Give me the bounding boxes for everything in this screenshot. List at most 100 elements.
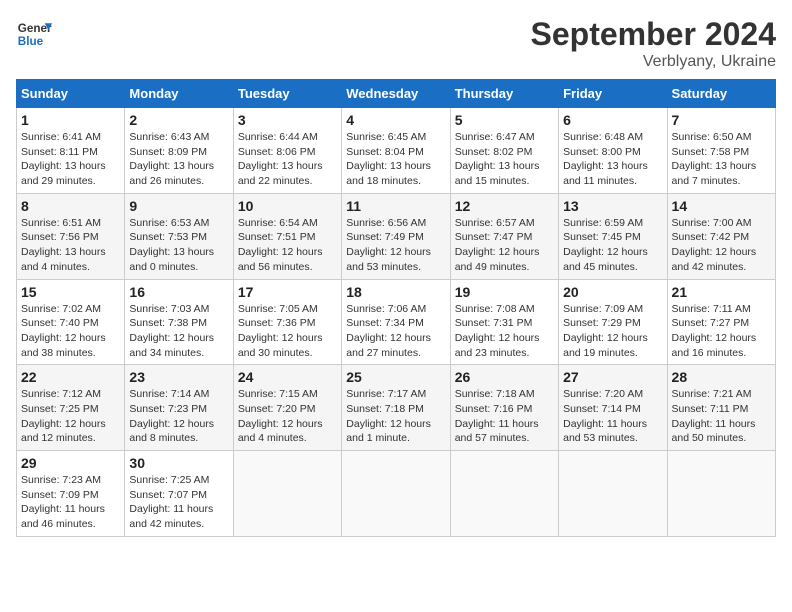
calendar-cell: 7 Sunrise: 6:50 AMSunset: 7:58 PMDaylight… — [667, 108, 775, 194]
calendar-cell: 18 Sunrise: 7:06 AMSunset: 7:34 PMDayligh… — [342, 279, 450, 365]
col-wednesday: Wednesday — [342, 80, 450, 108]
col-thursday: Thursday — [450, 80, 558, 108]
calendar-cell: 2 Sunrise: 6:43 AMSunset: 8:09 PMDaylight… — [125, 108, 233, 194]
calendar-cell: 24Sunrise: 7:15 AMSunset: 7:20 PMDayligh… — [233, 365, 341, 451]
col-friday: Friday — [559, 80, 667, 108]
calendar-cell: 5 Sunrise: 6:47 AMSunset: 8:02 PMDaylight… — [450, 108, 558, 194]
calendar-cell: 4 Sunrise: 6:45 AMSunset: 8:04 PMDaylight… — [342, 108, 450, 194]
day-info: Sunrise: 7:08 AMSunset: 7:31 PMDaylight:… — [455, 302, 554, 361]
day-number: 15 — [21, 284, 120, 300]
day-info: Sunrise: 7:21 AMSunset: 7:11 PMDaylight:… — [672, 387, 771, 446]
calendar-table: Sunday Monday Tuesday Wednesday Thursday… — [16, 79, 776, 537]
calendar-cell — [667, 451, 775, 537]
day-number: 10 — [238, 198, 337, 214]
day-info: Sunrise: 7:14 AMSunset: 7:23 PMDaylight:… — [129, 387, 228, 446]
day-number: 1 — [21, 112, 120, 128]
day-number: 16 — [129, 284, 228, 300]
day-number: 4 — [346, 112, 445, 128]
day-number: 5 — [455, 112, 554, 128]
day-number: 22 — [21, 369, 120, 385]
day-info: Sunrise: 7:15 AMSunset: 7:20 PMDaylight:… — [238, 387, 337, 446]
calendar-cell: 25Sunrise: 7:17 AMSunset: 7:18 PMDayligh… — [342, 365, 450, 451]
day-info: Sunrise: 7:18 AMSunset: 7:16 PMDaylight:… — [455, 387, 554, 446]
day-number: 14 — [672, 198, 771, 214]
day-info: Sunrise: 6:48 AMSunset: 8:00 PMDaylight:… — [563, 130, 662, 189]
day-number: 20 — [563, 284, 662, 300]
day-info: Sunrise: 6:51 AMSunset: 7:56 PMDaylight:… — [21, 216, 120, 275]
calendar-cell: 29 Sunrise: 7:23 AMSunset: 7:09 PMDayligh… — [17, 451, 125, 537]
day-number: 11 — [346, 198, 445, 214]
day-info: Sunrise: 7:23 AMSunset: 7:09 PMDaylight:… — [21, 473, 120, 532]
day-number: 17 — [238, 284, 337, 300]
day-number: 30 — [129, 455, 228, 471]
calendar-cell — [233, 451, 341, 537]
calendar-cell: 17Sunrise: 7:05 AMSunset: 7:36 PMDayligh… — [233, 279, 341, 365]
day-info: Sunrise: 7:11 AMSunset: 7:27 PMDaylight:… — [672, 302, 771, 361]
day-number: 28 — [672, 369, 771, 385]
calendar-cell: 20Sunrise: 7:09 AMSunset: 7:29 PMDayligh… — [559, 279, 667, 365]
day-number: 8 — [21, 198, 120, 214]
calendar-cell: 28 Sunrise: 7:21 AMSunset: 7:11 PMDayligh… — [667, 365, 775, 451]
calendar-week-1: 1 Sunrise: 6:41 AMSunset: 8:11 PMDaylight… — [17, 108, 776, 194]
calendar-cell: 14Sunrise: 7:00 AMSunset: 7:42 PMDayligh… — [667, 193, 775, 279]
day-number: 2 — [129, 112, 228, 128]
day-number: 9 — [129, 198, 228, 214]
col-monday: Monday — [125, 80, 233, 108]
day-info: Sunrise: 6:57 AMSunset: 7:47 PMDaylight:… — [455, 216, 554, 275]
calendar-cell: 11 Sunrise: 6:56 AMSunset: 7:49 PMDayligh… — [342, 193, 450, 279]
day-number: 29 — [21, 455, 120, 471]
day-info: Sunrise: 6:45 AMSunset: 8:04 PMDaylight:… — [346, 130, 445, 189]
calendar-cell: 6 Sunrise: 6:48 AMSunset: 8:00 PMDaylight… — [559, 108, 667, 194]
header-row: Sunday Monday Tuesday Wednesday Thursday… — [17, 80, 776, 108]
calendar-cell: 9 Sunrise: 6:53 AMSunset: 7:53 PMDaylight… — [125, 193, 233, 279]
calendar-week-3: 15 Sunrise: 7:02 AMSunset: 7:40 PMDayligh… — [17, 279, 776, 365]
day-number: 3 — [238, 112, 337, 128]
day-info: Sunrise: 7:20 AMSunset: 7:14 PMDaylight:… — [563, 387, 662, 446]
day-info: Sunrise: 6:44 AMSunset: 8:06 PMDaylight:… — [238, 130, 337, 189]
calendar-cell: 12Sunrise: 6:57 AMSunset: 7:47 PMDayligh… — [450, 193, 558, 279]
day-number: 25 — [346, 369, 445, 385]
logo: General Blue — [16, 16, 52, 52]
day-number: 18 — [346, 284, 445, 300]
day-number: 6 — [563, 112, 662, 128]
calendar-week-4: 22Sunrise: 7:12 AMSunset: 7:25 PMDayligh… — [17, 365, 776, 451]
calendar-cell: 15 Sunrise: 7:02 AMSunset: 7:40 PMDayligh… — [17, 279, 125, 365]
title-area: September 2024 Verblyany, Ukraine — [531, 16, 776, 71]
calendar-cell: 21 Sunrise: 7:11 AMSunset: 7:27 PMDayligh… — [667, 279, 775, 365]
day-number: 23 — [129, 369, 228, 385]
calendar-week-2: 8 Sunrise: 6:51 AMSunset: 7:56 PMDaylight… — [17, 193, 776, 279]
col-sunday: Sunday — [17, 80, 125, 108]
day-info: Sunrise: 7:02 AMSunset: 7:40 PMDaylight:… — [21, 302, 120, 361]
svg-text:Blue: Blue — [18, 35, 44, 48]
day-number: 26 — [455, 369, 554, 385]
day-number: 13 — [563, 198, 662, 214]
calendar-cell: 8 Sunrise: 6:51 AMSunset: 7:56 PMDaylight… — [17, 193, 125, 279]
month-title: September 2024 — [531, 16, 776, 53]
calendar-cell: 13Sunrise: 6:59 AMSunset: 7:45 PMDayligh… — [559, 193, 667, 279]
col-saturday: Saturday — [667, 80, 775, 108]
calendar-cell — [559, 451, 667, 537]
day-info: Sunrise: 6:47 AMSunset: 8:02 PMDaylight:… — [455, 130, 554, 189]
calendar-cell: 22Sunrise: 7:12 AMSunset: 7:25 PMDayligh… — [17, 365, 125, 451]
col-tuesday: Tuesday — [233, 80, 341, 108]
calendar-week-5: 29 Sunrise: 7:23 AMSunset: 7:09 PMDayligh… — [17, 451, 776, 537]
calendar-cell: 30 Sunrise: 7:25 AMSunset: 7:07 PMDayligh… — [125, 451, 233, 537]
logo-icon: General Blue — [16, 16, 52, 52]
day-info: Sunrise: 6:43 AMSunset: 8:09 PMDaylight:… — [129, 130, 228, 189]
header: General Blue September 2024 Verblyany, U… — [16, 16, 776, 71]
location-title: Verblyany, Ukraine — [531, 53, 776, 71]
day-info: Sunrise: 6:53 AMSunset: 7:53 PMDaylight:… — [129, 216, 228, 275]
day-info: Sunrise: 7:03 AMSunset: 7:38 PMDaylight:… — [129, 302, 228, 361]
day-info: Sunrise: 6:41 AMSunset: 8:11 PMDaylight:… — [21, 130, 120, 189]
calendar-cell: 16 Sunrise: 7:03 AMSunset: 7:38 PMDayligh… — [125, 279, 233, 365]
day-number: 19 — [455, 284, 554, 300]
day-info: Sunrise: 7:25 AMSunset: 7:07 PMDaylight:… — [129, 473, 228, 532]
calendar-cell: 26 Sunrise: 7:18 AMSunset: 7:16 PMDayligh… — [450, 365, 558, 451]
day-number: 27 — [563, 369, 662, 385]
day-info: Sunrise: 6:56 AMSunset: 7:49 PMDaylight:… — [346, 216, 445, 275]
calendar-cell: 1 Sunrise: 6:41 AMSunset: 8:11 PMDaylight… — [17, 108, 125, 194]
day-number: 21 — [672, 284, 771, 300]
day-info: Sunrise: 7:06 AMSunset: 7:34 PMDaylight:… — [346, 302, 445, 361]
day-number: 7 — [672, 112, 771, 128]
day-info: Sunrise: 6:50 AMSunset: 7:58 PMDaylight:… — [672, 130, 771, 189]
